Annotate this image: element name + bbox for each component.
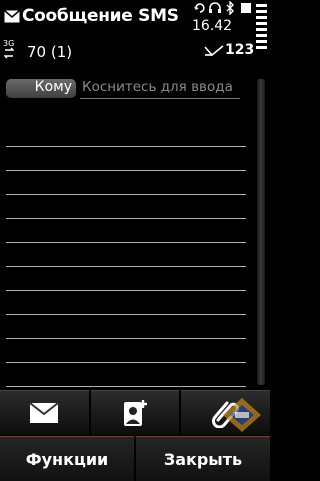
bluetooth-icon [226,1,234,15]
message-body[interactable] [0,110,250,390]
message-line [6,242,246,243]
character-counter: 70 (1) [27,43,73,61]
recipient-input[interactable]: Коснитесь для ввода [80,79,240,99]
watermark-logo [223,398,261,432]
contact-add-icon [124,400,147,426]
to-button-label: Кому [34,79,72,95]
input-mode[interactable]: 123 [225,42,254,58]
headset-icon [209,2,221,13]
clock: 16.42 [192,18,233,34]
message-line [6,266,246,267]
envelope-icon [4,10,20,23]
envelope-icon [29,402,59,423]
message-line [6,218,246,219]
refresh-icon [194,3,205,13]
message-line [6,314,246,315]
scrollbar[interactable] [257,79,265,385]
status-icons [194,1,251,15]
add-recipient-button[interactable] [90,390,180,435]
softkey-bar: Функции Закрыть [0,436,270,481]
message-line [6,386,246,387]
data-transfer-icon [4,47,14,59]
message-line [6,290,246,291]
page-title: Сообщение SMS [22,6,179,26]
close-softkey[interactable]: Закрыть [136,436,270,481]
message-line [6,194,246,195]
predictive-text-icon [204,45,224,57]
signal-strength-icon [256,4,267,60]
send-button[interactable] [0,390,89,435]
recipient-placeholder: Коснитесь для ввода [82,79,233,95]
battery-icon [241,3,251,13]
message-line [6,146,246,147]
message-line [6,338,246,339]
message-line [6,170,246,171]
options-softkey[interactable]: Функции [0,436,134,481]
to-button[interactable]: Кому [6,79,76,98]
message-line [6,362,246,363]
